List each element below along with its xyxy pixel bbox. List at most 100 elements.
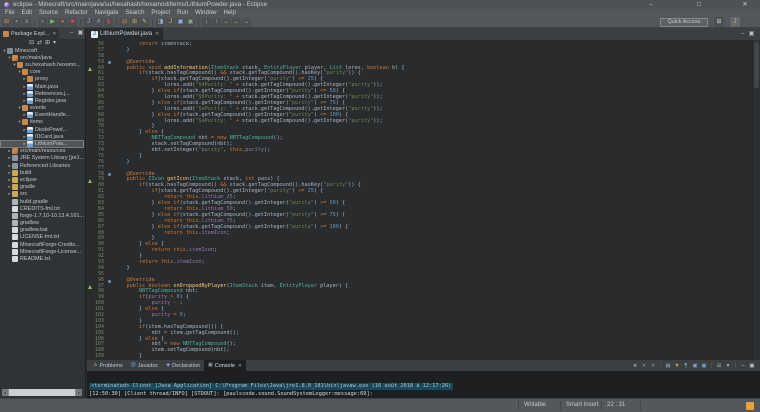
overview-ruler[interactable] <box>752 40 760 360</box>
tree-item-items[interactable]: ▾items <box>0 119 84 126</box>
editor-maximize-button[interactable]: ▣ <box>747 29 756 40</box>
stop-icon[interactable]: ■ <box>68 18 77 27</box>
tree-item-license-fml-txt[interactable]: LICENSE-fml.txt <box>0 234 84 241</box>
close-icon[interactable]: ✕ <box>155 31 159 37</box>
tree-item-core[interactable]: ▾core <box>0 69 84 76</box>
menu-search[interactable]: Search <box>125 9 144 17</box>
java-perspective-icon[interactable]: J <box>166 18 175 27</box>
menu-window[interactable]: Window <box>195 9 216 17</box>
remove-launch-icon[interactable]: ✕ <box>640 362 648 370</box>
tree-item-main-java[interactable]: ▸Main.java <box>0 83 84 90</box>
open-console-icon[interactable]: ⊞ <box>715 362 723 370</box>
terminate-icon[interactable]: ■ <box>631 362 639 370</box>
menu-edit[interactable]: Edit <box>22 9 32 17</box>
tree-item-eventhandle[interactable]: ▸EventHandle... <box>0 112 84 119</box>
tree-item-readme-txt[interactable]: README.txt <box>0 255 84 262</box>
tree-item-eclipse[interactable]: ▸eclipse <box>0 176 84 183</box>
tree-item-src-main-java[interactable]: ▾src/main/java <box>0 54 84 61</box>
tree-item-references-j[interactable]: ▸References.j... <box>0 90 84 97</box>
view-menu-icon[interactable]: ▾ <box>53 39 56 47</box>
tree-item-gradle[interactable]: ▸gradle <box>0 184 84 191</box>
close-icon[interactable]: ✕ <box>52 31 56 37</box>
code-editor[interactable]: 5657585960616263646566676869707172737475… <box>87 40 760 360</box>
tab-lithiumpowder-java[interactable]: J LithiumPowder.java ✕ <box>87 28 163 40</box>
close-icon[interactable]: ✕ <box>238 363 242 369</box>
menu-source[interactable]: Source <box>39 9 58 17</box>
tree-item-minecraftforge-credits[interactable]: MinecraftForge-Credits... <box>0 241 84 248</box>
tree-item-src[interactable]: ▸src <box>0 191 84 198</box>
explorer-minimize-button[interactable]: – <box>67 28 76 39</box>
menu-help[interactable]: Help <box>223 9 235 17</box>
debug-icon[interactable]: ● <box>38 18 47 27</box>
tree-item-idcard-java[interactable]: ▸IDCard.java <box>0 133 84 140</box>
tab-console[interactable]: ▣Console✕ <box>204 360 246 371</box>
tree-item-src-main-resources[interactable]: ▸src/main/resources <box>0 148 84 155</box>
new-wizard-icon[interactable]: ⊞ <box>2 18 11 27</box>
last-edit-location-icon[interactable]: ← <box>222 18 231 27</box>
window-close-button[interactable]: ✕ <box>738 0 752 9</box>
collapse-all-icon[interactable]: ⊟ <box>29 39 34 47</box>
forward-icon[interactable]: → <box>242 18 251 27</box>
tree-item-forge-1-7-10-10-13-4-161[interactable]: forge-1.7.10-10.13.4.161... <box>0 212 84 219</box>
scroll-lock-icon[interactable]: ▼ <box>673 362 681 370</box>
tab-declaration[interactable]: ◈Declaration <box>162 360 204 371</box>
fold-marker-icon[interactable] <box>108 280 111 283</box>
editor-minimize-button[interactable]: – <box>738 29 747 40</box>
tab-problems[interactable]: ⚠Problems <box>89 360 127 371</box>
menu-run[interactable]: Run <box>177 9 188 17</box>
window-maximize-button[interactable]: □ <box>692 0 706 9</box>
open-type-icon[interactable]: # <box>94 18 103 27</box>
tree-item-build-gradle[interactable]: build.gradle <box>0 198 84 205</box>
tree-item-register-java[interactable]: ▸Register.java <box>0 97 84 104</box>
menu-project[interactable]: Project <box>151 9 170 17</box>
tree-item-minecraftforge-license[interactable]: MinecraftForge-License... <box>0 248 84 255</box>
tab-package-explorer[interactable]: Package Expl... ✕ <box>0 28 59 39</box>
quick-access-input[interactable]: Quick Access <box>660 18 708 27</box>
prev-annotation-icon[interactable]: ↑ <box>212 18 221 27</box>
maximize-icon[interactable]: ▣ <box>748 362 756 370</box>
menu-navigate[interactable]: Navigate <box>95 9 119 17</box>
next-annotation-icon[interactable]: ↓ <box>202 18 211 27</box>
vertical-scrollbar-thumb[interactable] <box>754 42 759 88</box>
tree-item-jre-system-library-jre1[interactable]: ▸JRE System Library [jre1... <box>0 155 84 162</box>
tree-item-events[interactable]: ▾events <box>0 105 84 112</box>
junit-icon[interactable]: ▮ <box>104 18 113 27</box>
explorer-horizontal-scrollbar[interactable]: ◂ ▸ <box>2 389 82 396</box>
edit-pencil-icon[interactable]: ✎ <box>140 18 149 27</box>
tab-javadoc[interactable]: @Javadoc <box>127 360 163 371</box>
status-notification-icon[interactable] <box>746 402 754 410</box>
team-sync-icon[interactable]: ▣ <box>186 18 195 27</box>
explorer-maximize-button[interactable]: ▣ <box>76 28 85 39</box>
save-icon[interactable]: ▪ <box>12 18 21 27</box>
tree-item-referenced-libraries[interactable]: ▸Referenced Libraries <box>0 162 84 169</box>
remove-all-launches-icon[interactable]: ✕ <box>649 362 657 370</box>
debug-perspective-icon[interactable]: ▣ <box>176 18 185 27</box>
pin-console-icon[interactable]: ▣ <box>691 362 699 370</box>
window-minimize-button[interactable]: – <box>644 0 658 9</box>
open-perspective-button[interactable]: ⊞ <box>714 17 724 27</box>
console-output[interactable]: <terminated> Client [Java Application] C… <box>87 371 760 398</box>
open-perspective-icon[interactable]: ◨ <box>156 18 165 27</box>
link-with-editor-icon[interactable]: ⇄ <box>37 39 42 47</box>
save-all-icon[interactable]: ≡ <box>22 18 31 27</box>
tree-item-gradlew[interactable]: gradlew <box>0 220 84 227</box>
view-menu-icon[interactable]: ▾ <box>724 362 732 370</box>
scrollbar-thumb[interactable] <box>9 389 75 396</box>
minimize-icon[interactable]: – <box>739 362 747 370</box>
tree-item-su-hexahash-hexamo[interactable]: ▾su.hexahash.hexamo... <box>0 61 84 68</box>
code-text-area[interactable]: return itemstack; } @Override public voi… <box>114 42 751 360</box>
back-icon[interactable]: ← <box>232 18 241 27</box>
focus-icon[interactable]: ⊞ <box>45 39 50 47</box>
tree-item-credits-fml-txt[interactable]: CREDITS-fml.txt <box>0 205 84 212</box>
open-resource-icon[interactable]: ⊟ <box>120 18 129 27</box>
run-icon[interactable]: ▶ <box>48 18 57 27</box>
clear-console-icon[interactable]: ▤ <box>664 362 672 370</box>
menu-file[interactable]: File <box>5 9 15 17</box>
tree-item-proxy[interactable]: ▸proxy <box>0 76 84 83</box>
tree-item-lithiumpow[interactable]: ▸LithiumPow... <box>0 140 84 147</box>
profile-icon[interactable]: ● <box>58 18 67 27</box>
menu-refactor[interactable]: Refactor <box>65 9 88 17</box>
tree-item-gradlew-bat[interactable]: gradlew.bat <box>0 227 84 234</box>
tree-item-diodepowd[interactable]: ▸DiodePowd... <box>0 126 84 133</box>
tree-item-build[interactable]: ▸build <box>0 169 84 176</box>
